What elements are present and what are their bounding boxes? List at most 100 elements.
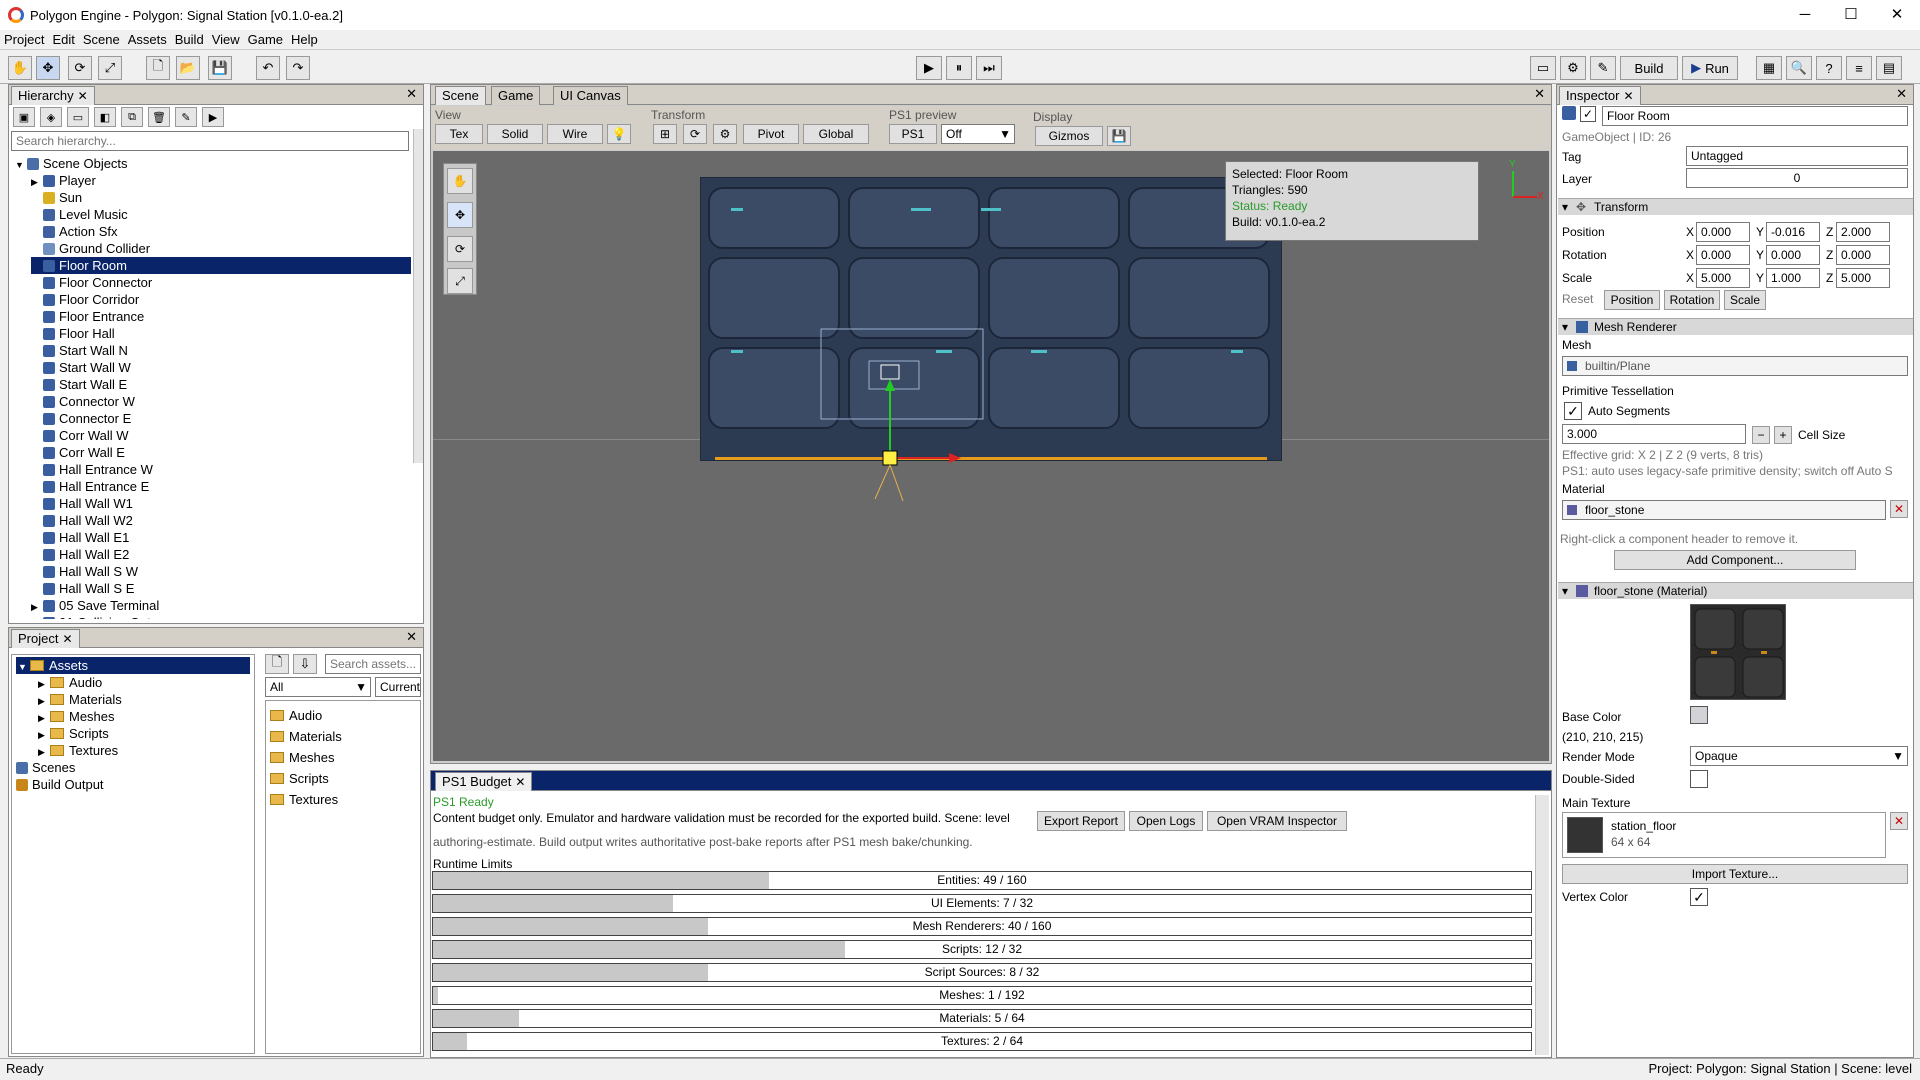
- position-y-field[interactable]: -0.016: [1766, 222, 1820, 242]
- screen-icon[interactable]: ▭: [1530, 56, 1556, 80]
- pause-icon[interactable]: ⏸: [946, 56, 972, 80]
- hierarchy-item[interactable]: Sun: [31, 189, 411, 206]
- menu-build[interactable]: Build: [171, 32, 208, 47]
- report-icon[interactable]: ≡: [1846, 56, 1872, 80]
- hand-tool-icon[interactable]: ✋: [447, 168, 473, 194]
- hierarchy-item[interactable]: Start Wall E: [31, 376, 411, 393]
- hierarchy-item[interactable]: Hall Entrance E: [31, 478, 411, 495]
- hierarchy-item[interactable]: ▶ 01 Collision Gate: [31, 614, 411, 619]
- hierarchy-item[interactable]: Start Wall W: [31, 359, 411, 376]
- transform-gizmo[interactable]: [813, 321, 1013, 571]
- hierarchy-item[interactable]: Floor Room: [31, 257, 411, 274]
- tab-ui-canvas[interactable]: UI Canvas: [553, 86, 628, 105]
- save-icon[interactable]: 💾: [208, 56, 232, 80]
- layer-field[interactable]: 0: [1686, 168, 1908, 188]
- hierarchy-item[interactable]: Level Music: [31, 206, 411, 223]
- close-button[interactable]: ✕: [1874, 0, 1920, 30]
- cell-size-field[interactable]: 3.000: [1562, 424, 1746, 444]
- project-folder-row[interactable]: ▶ Scripts: [38, 725, 254, 742]
- scene-viewport[interactable]: ✋ ✥ ⟳ ⤢ Selected: Floor Room Triangles: …: [433, 151, 1549, 761]
- hierarchy-item[interactable]: Ground Collider: [31, 240, 411, 257]
- mesh-field[interactable]: builtin/Plane: [1562, 356, 1908, 376]
- menu-help[interactable]: Help: [287, 32, 322, 47]
- tab-game[interactable]: Game: [491, 86, 541, 105]
- hierarchy-item[interactable]: Hall Wall S E: [31, 580, 411, 597]
- build-button[interactable]: Build: [1620, 56, 1678, 80]
- redo-icon[interactable]: ↷: [286, 56, 310, 80]
- help-icon[interactable]: ?: [1816, 56, 1842, 80]
- asset-filter-select[interactable]: All ▼: [265, 677, 371, 697]
- double-sided-checkbox[interactable]: [1690, 770, 1708, 788]
- hierarchy-item[interactable]: ▶ 05 Save Terminal: [31, 597, 411, 614]
- reset-position-button[interactable]: Position: [1604, 290, 1660, 310]
- tab-hierarchy[interactable]: Hierarchy ✕: [11, 86, 95, 105]
- export-report-button[interactable]: Export Report: [1037, 811, 1125, 831]
- ps1-mode-select[interactable]: Off ▼: [941, 124, 1015, 144]
- close-icon[interactable]: ✕: [1534, 86, 1545, 102]
- project-folder-row[interactable]: ▶ Textures: [38, 742, 254, 759]
- hierarchy-item[interactable]: Start Wall N: [31, 342, 411, 359]
- focus-icon[interactable]: ▶: [202, 107, 224, 127]
- collapse-icon[interactable]: ▾: [1562, 199, 1568, 215]
- asset-file-item[interactable]: Meshes: [270, 747, 416, 768]
- add-component-button[interactable]: Add Component...: [1614, 550, 1856, 570]
- material-header[interactable]: ▾ floor_stone (Material): [1558, 582, 1913, 599]
- hierarchy-item[interactable]: Connector E: [31, 410, 411, 427]
- collapse-icon[interactable]: ▾: [1562, 583, 1568, 599]
- reset-rotation-button[interactable]: Rotation: [1664, 290, 1720, 310]
- scene-objects-row[interactable]: ▼ Scene Objects: [15, 155, 411, 172]
- scale-y-field[interactable]: 1.000: [1766, 268, 1820, 288]
- save-view-icon[interactable]: 💾: [1107, 126, 1131, 146]
- active-checkbox[interactable]: ✓: [1580, 106, 1596, 122]
- pivot-button[interactable]: Pivot: [743, 124, 799, 144]
- remove-material-button[interactable]: ✕: [1890, 500, 1908, 518]
- ps1-button[interactable]: PS1: [889, 124, 937, 144]
- build-output-row[interactable]: Build Output: [12, 776, 254, 793]
- project-folder-row[interactable]: ▶ Meshes: [38, 708, 254, 725]
- object-name-field[interactable]: Floor Room: [1602, 106, 1908, 126]
- minimize-button[interactable]: ─: [1782, 0, 1828, 30]
- hierarchy-item[interactable]: Floor Corridor: [31, 291, 411, 308]
- step-icon[interactable]: ⏭: [976, 56, 1002, 80]
- tag-field[interactable]: Untagged: [1686, 146, 1908, 166]
- expand-icon[interactable]: ▼: [18, 659, 30, 676]
- hierarchy-item[interactable]: Hall Wall W2: [31, 512, 411, 529]
- new-asset-icon[interactable]: 🗋: [265, 654, 289, 674]
- rotation-z-field[interactable]: 0.000: [1836, 245, 1890, 265]
- hierarchy-search-input[interactable]: [11, 131, 409, 151]
- remove-texture-button[interactable]: ✕: [1890, 812, 1908, 830]
- gear-icon[interactable]: ⚙: [1560, 56, 1586, 80]
- tab-project[interactable]: Project ✕: [11, 629, 80, 648]
- prefab-icon[interactable]: ◧: [94, 107, 116, 127]
- position-z-field[interactable]: 2.000: [1836, 222, 1890, 242]
- scale-x-field[interactable]: 5.000: [1696, 268, 1750, 288]
- move-tool-icon[interactable]: ✥: [447, 202, 473, 228]
- base-color-swatch[interactable]: [1690, 706, 1708, 724]
- hierarchy-item[interactable]: Hall Entrance W: [31, 461, 411, 478]
- assets-folder-row[interactable]: ▼ Assets: [16, 657, 250, 674]
- close-icon[interactable]: ✕: [62, 632, 72, 646]
- delete-icon[interactable]: 🗑: [148, 107, 170, 127]
- hierarchy-scrollbar[interactable]: [413, 129, 423, 463]
- tex-button[interactable]: Tex: [435, 124, 483, 144]
- tab-inspector[interactable]: Inspector ✕: [1559, 86, 1641, 105]
- zoom-icon[interactable]: 🔍: [1786, 56, 1812, 80]
- menu-edit[interactable]: Edit: [48, 32, 78, 47]
- scale-z-field[interactable]: 5.000: [1836, 268, 1890, 288]
- hierarchy-item[interactable]: Hall Wall W1: [31, 495, 411, 512]
- undo-icon[interactable]: ↶: [256, 56, 280, 80]
- light-bulb-icon[interactable]: 💡: [607, 124, 631, 144]
- edit-icon[interactable]: ✎: [1590, 56, 1616, 80]
- hierarchy-item[interactable]: Corr Wall W: [31, 427, 411, 444]
- transform-header[interactable]: ▾ ✥ Transform: [1558, 198, 1913, 215]
- rename-icon[interactable]: ✎: [175, 107, 197, 127]
- hierarchy-item[interactable]: Hall Wall E2: [31, 546, 411, 563]
- hierarchy-item[interactable]: Hall Wall S W: [31, 563, 411, 580]
- cell-decrement-button[interactable]: −: [1752, 426, 1770, 444]
- material-field[interactable]: floor_stone: [1562, 500, 1886, 520]
- asset-scope-select[interactable]: Current I: [375, 677, 421, 697]
- hierarchy-item[interactable]: Floor Connector: [31, 274, 411, 291]
- hierarchy-item[interactable]: Corr Wall E: [31, 444, 411, 461]
- run-button[interactable]: ▶ Run: [1682, 56, 1738, 80]
- scale-tool-icon[interactable]: ⤢: [98, 56, 122, 80]
